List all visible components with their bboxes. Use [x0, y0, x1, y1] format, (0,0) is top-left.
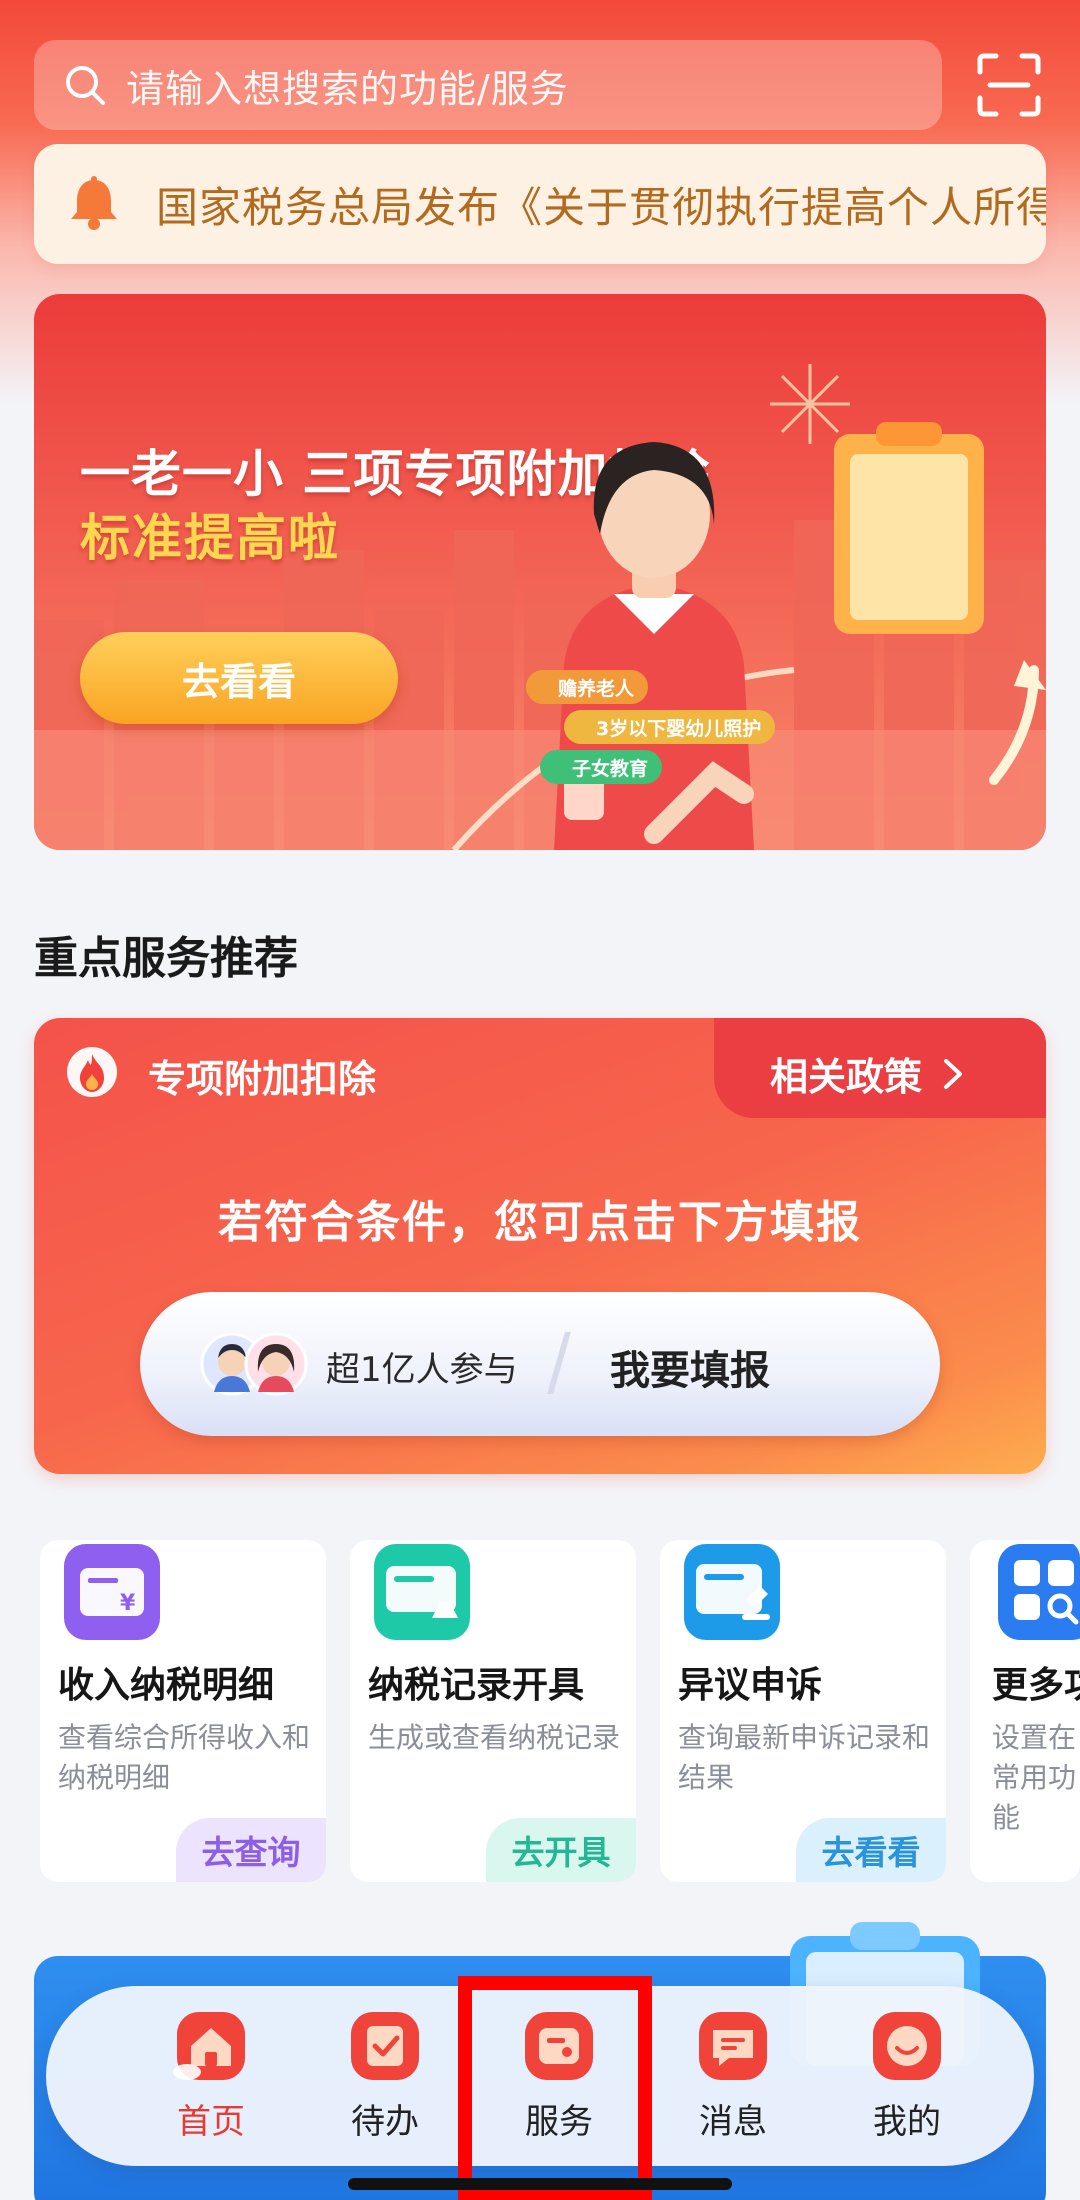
service-card-appeal[interactable]: 异议申诉 查询最新申诉记录和结果 去看看 [660, 1540, 946, 1882]
tab-mine[interactable]: 我的 [832, 2006, 982, 2156]
more-functions-icon [998, 1544, 1080, 1640]
tax-record-icon [374, 1544, 470, 1640]
notice-bar[interactable]: 国家税务总局发布《关于贯彻执行提高个人所得税有关专项附加扣除标准的通知》 [34, 144, 1046, 264]
service-name: 更多功能 [992, 1665, 1080, 1706]
related-policy-link[interactable]: 相关政策 [770, 1046, 970, 1101]
tab-label: 我的 [873, 2102, 941, 2142]
notice-text: 国家税务总局发布《关于贯彻执行提高个人所得税有关专项附加扣除标准的通知》 [156, 182, 1046, 232]
banner-subtitle: 标准提高啦 [80, 509, 340, 567]
service-card-income-tax[interactable]: ¥ 收入纳税明细 查看综合所得收入和纳税明细 去查询 [40, 1540, 326, 1882]
service-name: 收入纳税明细 [58, 1665, 275, 1706]
view-button[interactable]: 去看看 [796, 1818, 946, 1882]
service-desc: 查看综合所得收入和纳税明细 [58, 1721, 311, 1794]
fill-report-label: 我要填报 [610, 1348, 770, 1394]
woman-presenter-illustration [554, 364, 984, 850]
highlight-box [458, 1976, 652, 2200]
fill-report-button[interactable]: 超1亿人参与 我要填报 [140, 1292, 940, 1436]
participants-count: 超1亿人参与 [326, 1350, 518, 1390]
home-icon [173, 2012, 245, 2080]
special-deduction-card[interactable]: 专项附加扣除 相关政策 若符合条件，您可点击下方填报 超1亿人参与 我要填报 [34, 1018, 1046, 1474]
profile-icon [873, 2012, 941, 2080]
avatar-group-icon [200, 1332, 308, 1396]
service-card-more[interactable]: 更多功能 设置在常用功能 [970, 1540, 1080, 1882]
scan-icon[interactable] [976, 52, 1042, 118]
tab-label: 待办 [351, 2102, 419, 2142]
search-placeholder: 请输入想搜索的功能/服务 [126, 66, 569, 111]
deduction-message: 若符合条件，您可点击下方填报 [218, 1197, 862, 1248]
message-icon [699, 2012, 767, 2080]
service-desc: 设置在常用功能 [992, 1721, 1077, 1834]
service-name: 异议申诉 [678, 1665, 823, 1706]
appeal-icon [684, 1544, 780, 1640]
banner-go-button[interactable]: 去看看 [80, 632, 398, 724]
flame-icon [67, 1047, 117, 1097]
tab-label: 首页 [177, 2102, 245, 2142]
tab-todo[interactable]: 待办 [310, 2006, 460, 2156]
search-icon [66, 66, 105, 105]
home-indicator [348, 2178, 732, 2190]
todo-icon [351, 2012, 419, 2080]
section-title: 重点服务推荐 [34, 933, 298, 984]
tab-messages[interactable]: 消息 [658, 2006, 808, 2156]
income-detail-icon: ¥ [64, 1544, 160, 1640]
tab-home[interactable]: 首页 [136, 2006, 286, 2156]
issue-button[interactable]: 去开具 [486, 1818, 636, 1882]
chip-elderly: 赡养老人 [526, 670, 649, 704]
tab-label: 消息 [699, 2102, 767, 2142]
bell-icon [71, 176, 117, 230]
svg-text:¥: ¥ [120, 1591, 136, 1616]
service-card-tax-record[interactable]: 纳税记录开具 生成或查看纳税记录 去开具 [350, 1540, 636, 1882]
promo-banner[interactable]: 一老一小 三项专项附加扣除 标准提高啦 去看看 赡养老人 3岁以下婴幼儿照护 子… [34, 294, 1046, 850]
search-bar[interactable]: 请输入想搜索的功能/服务 [34, 40, 942, 130]
service-name: 纳税记录开具 [368, 1665, 585, 1706]
query-button[interactable]: 去查询 [176, 1818, 326, 1882]
chip-child-education: 子女教育 [540, 750, 663, 784]
chip-infant-care: 3岁以下婴幼儿照护 [564, 710, 776, 744]
service-desc: 生成或查看纳税记录 [368, 1721, 621, 1754]
chevron-right-icon [944, 1058, 963, 1089]
deduction-title: 专项附加扣除 [148, 1057, 377, 1101]
service-desc: 查询最新申诉记录和结果 [678, 1721, 931, 1794]
divider [547, 1332, 571, 1394]
